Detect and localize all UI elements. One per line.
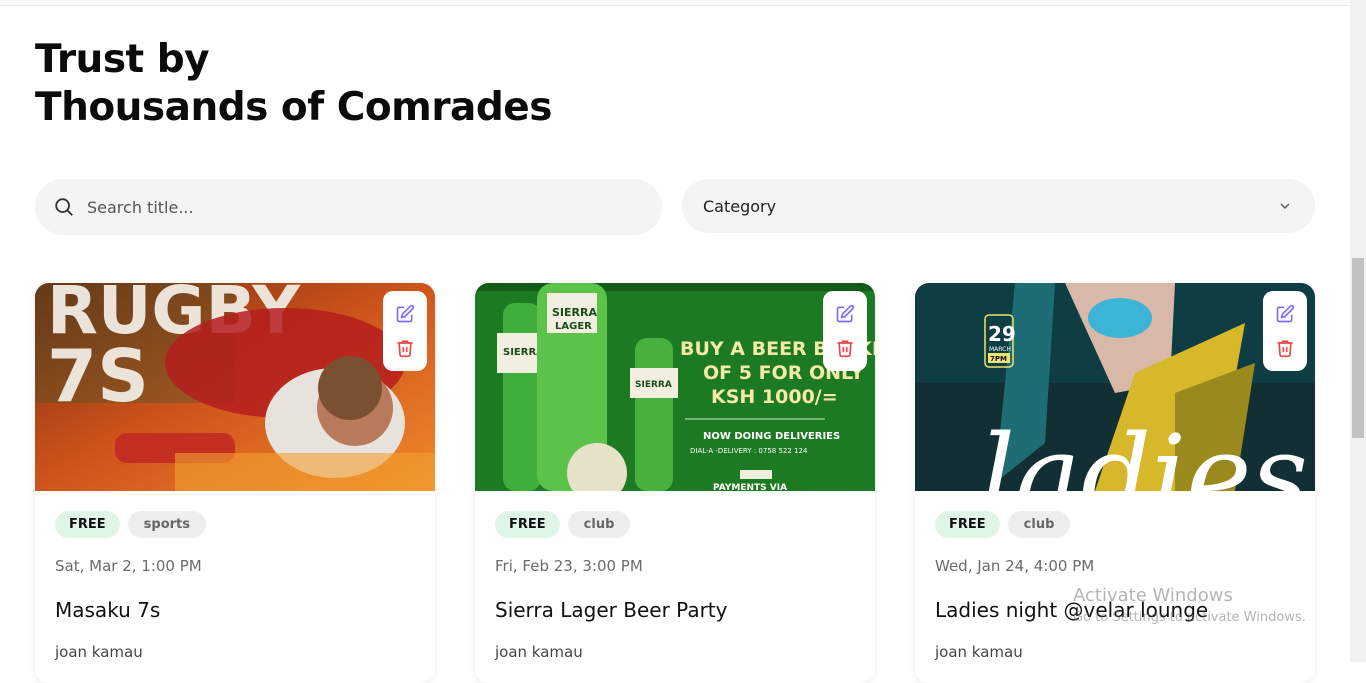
event-card[interactable]: RUGBY 7S FREE sports Sat, Mar 2, 1:00 PM… [35,283,435,683]
search-input[interactable]: Search title... [35,179,662,235]
watermark-line-1: Activate Windows [1073,585,1233,606]
svg-text:29: 29 [988,322,1016,346]
category-select[interactable]: Category [682,179,1315,233]
svg-text:DIAL-A -DELIVERY : 0758 522 12: DIAL-A -DELIVERY : 0758 522 124 [690,447,808,455]
svg-text:MARCH: MARCH [989,346,1011,353]
page-heading: Trust by Thousands of Comrades [35,36,552,132]
scrollbar[interactable] [1350,0,1366,662]
chevron-down-icon [1280,203,1290,209]
category-badge: club [1007,511,1071,538]
svg-text:7PM: 7PM [990,355,1007,363]
windows-activation-watermark: Activate Windows Go to Settings to activ… [1073,585,1306,625]
heading-line-1: Trust by [35,37,210,82]
event-date: Fri, Feb 23, 3:00 PM [495,557,643,575]
card-actions [1263,291,1307,371]
svg-text:NOW DOING DELIVERIES: NOW DOING DELIVERIES [703,431,840,442]
category-badge: club [567,511,631,538]
category-select-label: Category [703,196,777,216]
event-organizer: joan kamau [935,643,1023,661]
svg-text:KSH 1000/=: KSH 1000/= [711,386,838,408]
edit-icon[interactable] [1275,304,1295,324]
top-border [0,0,1350,6]
price-badge: FREE [55,511,120,538]
svg-text:LAGER: LAGER [555,321,592,332]
card-tags: FREE club [495,511,631,538]
scrollbar-thumb[interactable] [1352,258,1364,438]
card-tags: FREE club [935,511,1071,538]
svg-text:PAYMENTS VIA: PAYMENTS VIA [713,483,787,491]
edit-icon[interactable] [395,304,415,324]
event-date: Wed, Jan 24, 4:00 PM [935,557,1095,575]
image-script-text: ladies [980,411,1308,491]
svg-text:7S: 7S [47,334,149,418]
event-image[interactable]: 29 MARCH 7PM ladies [915,283,1315,491]
category-badge: sports [127,511,206,538]
event-organizer: joan kamau [55,643,143,661]
search-placeholder: Search title... [87,197,194,217]
trash-icon[interactable] [395,338,415,358]
event-image[interactable]: SIERRA SIERRA LAGER SIERRA BUY A BEER BU… [475,283,875,491]
svg-text:SIERRA: SIERRA [635,380,672,390]
card-tags: FREE sports [55,511,206,538]
card-actions [383,291,427,371]
heading-line-2: Thousands of Comrades [35,85,552,130]
event-title[interactable]: Masaku 7s [55,598,160,622]
card-actions [823,291,867,371]
trash-icon[interactable] [1275,338,1295,358]
trash-icon[interactable] [835,338,855,358]
event-organizer: joan kamau [495,643,583,661]
image-brand: SIERRA [552,306,597,319]
price-badge: FREE [935,511,1000,538]
watermark-line-2: Go to Settings to activate Windows. [1073,610,1306,625]
price-badge: FREE [495,511,560,538]
search-icon [55,198,73,216]
event-title[interactable]: Sierra Lager Beer Party [495,598,727,622]
event-image[interactable]: RUGBY 7S [35,283,435,491]
edit-icon[interactable] [835,304,855,324]
event-card[interactable]: SIERRA SIERRA LAGER SIERRA BUY A BEER BU… [475,283,875,683]
event-date: Sat, Mar 2, 1:00 PM [55,557,202,575]
